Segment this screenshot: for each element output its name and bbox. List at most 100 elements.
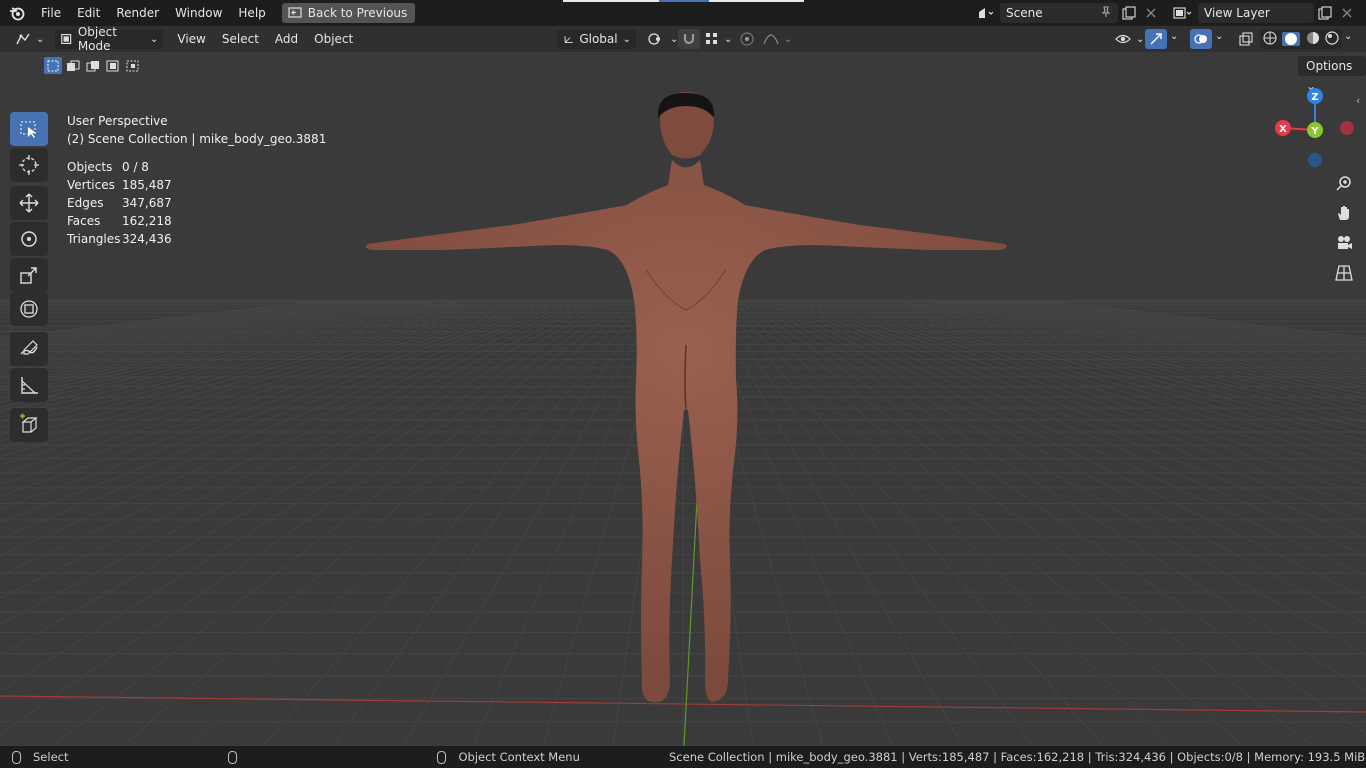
gizmo-neg-z-axis — [1308, 153, 1322, 167]
navigation-gizmo[interactable]: Z X Y — [1270, 86, 1360, 176]
stat-row: Faces 162,218 — [67, 212, 326, 230]
select-box-tool[interactable] — [10, 112, 48, 146]
overlay-icon — [1194, 34, 1207, 44]
annotate-tool[interactable] — [10, 332, 48, 366]
pan-button[interactable] — [1330, 199, 1358, 227]
select-new-icon[interactable] — [44, 57, 62, 74]
blender-logo-icon[interactable] — [7, 3, 27, 23]
hand-icon — [1338, 206, 1349, 220]
object-mode-icon — [61, 33, 72, 45]
overlay-toggle[interactable] — [1190, 29, 1212, 49]
options-label: Options — [1306, 59, 1353, 73]
menu-edit[interactable]: Edit — [69, 2, 108, 24]
gizmo-arrows-icon — [1150, 33, 1162, 45]
new-view-layer-icon[interactable] — [1314, 3, 1336, 23]
material-shading-icon[interactable] — [1306, 31, 1320, 48]
mode-label: Object Mode — [77, 25, 117, 53]
stat-row: Triangles 324,436 — [67, 230, 326, 248]
gizmo-toggle[interactable] — [1145, 29, 1167, 49]
stat-value: 0 / 8 — [122, 160, 149, 174]
chevron-down-icon[interactable]: ⌄ — [1170, 31, 1178, 42]
select-menu[interactable]: Select — [214, 32, 267, 46]
pin-icon[interactable] — [1100, 5, 1112, 21]
menu-file[interactable]: File — [33, 2, 69, 24]
status-select-label: Select — [33, 750, 69, 764]
delete-view-layer-icon[interactable] — [1336, 3, 1358, 23]
view-layer-type-icon[interactable] — [1168, 3, 1198, 23]
options-dropdown[interactable]: Options ⌄ — [1298, 56, 1366, 93]
stat-value: 185,487 — [122, 178, 172, 192]
rendered-shading-icon[interactable] — [1325, 30, 1339, 48]
snap-target-dropdown[interactable]: ⌄ — [700, 29, 737, 49]
camera-view-button[interactable] — [1330, 229, 1358, 257]
status-bar: Select Object Context Menu Scene Collect… — [0, 746, 1366, 768]
chevron-down-icon[interactable]: ⌄ — [1344, 31, 1352, 42]
menu-window[interactable]: Window — [167, 2, 230, 24]
cursor-icon — [19, 155, 39, 175]
menu-help[interactable]: Help — [230, 2, 273, 24]
view-layer-name: View Layer — [1204, 6, 1270, 20]
xray-toggle[interactable] — [1235, 29, 1257, 49]
chevron-down-icon: ⌄ — [36, 33, 45, 45]
editor-type-icon — [16, 33, 30, 45]
ortho-toggle-button[interactable] — [1330, 259, 1358, 287]
select-intersect-icon[interactable] — [124, 57, 142, 74]
stat-label: Edges — [67, 196, 104, 210]
select-extend-icon[interactable] — [64, 57, 82, 74]
wireframe-shading-icon[interactable] — [1263, 30, 1277, 48]
zoom-icon — [1336, 176, 1351, 191]
select-invert-icon[interactable] — [104, 57, 122, 74]
add-cube-tool[interactable] — [10, 408, 48, 442]
back-to-previous-button[interactable]: Back to Previous — [281, 3, 416, 23]
falloff-dropdown[interactable]: ⌄ — [758, 29, 797, 49]
move-icon — [19, 193, 39, 213]
proportional-edit-icon — [740, 32, 754, 46]
cursor-tool[interactable] — [10, 148, 48, 182]
snap-toggle[interactable] — [678, 29, 700, 49]
sidebar-toggle-icon[interactable]: ‹ — [1356, 94, 1360, 107]
scene-type-icon[interactable] — [970, 3, 1000, 23]
proportional-edit-toggle[interactable] — [736, 29, 758, 49]
visibility-dropdown[interactable]: ⌄ — [1110, 29, 1149, 49]
workspace-tabs[interactable] — [563, 0, 804, 2]
collection-label: (2) Scene Collection | mike_body_geo.388… — [67, 132, 327, 146]
chevron-down-icon: ⌄ — [1136, 33, 1145, 45]
select-subtract-icon[interactable] — [84, 57, 102, 74]
view-menu[interactable]: View — [169, 32, 213, 46]
orientation-label: Global — [579, 32, 618, 46]
scale-tool[interactable] — [10, 258, 48, 292]
stat-value: 162,218 — [122, 214, 172, 228]
add-menu[interactable]: Add — [267, 32, 306, 46]
selection-mode-group — [44, 57, 142, 74]
scene-name-field[interactable]: Scene — [1000, 3, 1118, 23]
stat-label: Vertices — [67, 178, 115, 192]
add-cube-icon — [20, 413, 38, 433]
viewport-stats: User Perspective (2) Scene Collection | … — [67, 112, 326, 248]
3d-viewport[interactable]: User Perspective (2) Scene Collection | … — [0, 26, 1366, 746]
new-scene-icon[interactable] — [1118, 3, 1140, 23]
solid-shading-icon[interactable] — [1282, 32, 1301, 46]
move-tool[interactable] — [10, 186, 48, 220]
rotate-icon — [21, 231, 37, 247]
grid-perspective-icon — [1335, 265, 1353, 281]
magnet-icon — [683, 34, 695, 45]
chevron-down-icon[interactable]: ⌄ — [1215, 31, 1223, 42]
view-layer-field[interactable]: View Layer — [1198, 3, 1314, 23]
stat-label: Objects — [67, 160, 113, 174]
select-box-icon — [20, 121, 36, 138]
mode-dropdown[interactable]: Object Mode ⌄ — [55, 25, 164, 53]
transform-tool[interactable] — [10, 292, 48, 326]
editor-type-dropdown[interactable]: ⌄ — [10, 29, 49, 49]
orientation-icon — [564, 36, 573, 44]
menu-render[interactable]: Render — [108, 2, 167, 24]
zoom-button[interactable] — [1330, 169, 1358, 197]
measure-tool[interactable] — [10, 368, 48, 402]
stat-value: 347,687 — [122, 196, 172, 210]
object-menu[interactable]: Object — [306, 32, 361, 46]
transform-orientation-dropdown[interactable]: Global ⌄ — [558, 29, 636, 49]
gizmo-x-label: X — [1279, 124, 1287, 135]
shading-mode-group — [1260, 29, 1342, 49]
delete-scene-icon[interactable] — [1140, 3, 1162, 23]
transform-icon — [20, 300, 38, 318]
rotate-tool[interactable] — [10, 222, 48, 256]
